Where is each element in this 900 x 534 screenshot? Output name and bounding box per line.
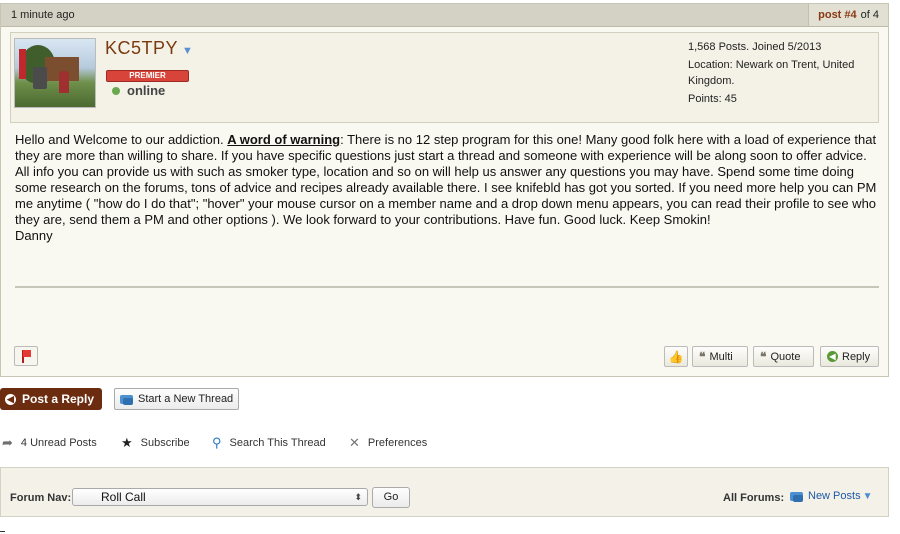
quote-icon: ❝ (699, 349, 706, 364)
reply-icon: ◀ (827, 351, 838, 362)
report-flag-button[interactable] (14, 346, 38, 366)
online-status: online (112, 83, 165, 98)
forum-nav-label: Forum Nav: (10, 492, 72, 504)
posts-joined: 1,568 Posts. Joined 5/2013 (688, 41, 822, 53)
quote-button[interactable]: ❝ Quote (753, 346, 814, 367)
subscribe-link[interactable]: ★ Subscribe (121, 435, 190, 451)
thumbs-up-icon: 👍 (668, 349, 684, 364)
search-icon: ⚲ (212, 435, 222, 450)
unread-label: 4 Unread Posts (20, 437, 97, 449)
quote-label: Quote (770, 350, 801, 363)
forum-nav-bar: Forum Nav: Roll Call ⬍ Go All Forums: Ne… (0, 467, 889, 517)
unread-arrow-icon: ➦ (2, 435, 13, 450)
preferences-label: Preferences (367, 437, 428, 449)
avatar[interactable] (14, 38, 96, 108)
search-thread-link[interactable]: ⚲ Search This Thread (212, 435, 326, 451)
post-body: Hello and Welcome to our addiction. A wo… (15, 132, 877, 244)
preferences-link[interactable]: ✕ Preferences (349, 435, 427, 451)
post-number-link[interactable]: post #4 (818, 9, 857, 21)
thumbs-up-button[interactable]: 👍 (664, 346, 688, 367)
post-count: of 4 (860, 9, 879, 21)
user-info-panel: KC5TPY ▼ PREMIER online 1,568 Posts. Join… (10, 32, 879, 123)
go-button[interactable]: Go (372, 487, 410, 508)
online-status-label: online (127, 83, 166, 98)
online-dot-icon (112, 87, 120, 95)
search-label: Search This Thread (229, 437, 326, 449)
warning-link[interactable]: A word of warning (227, 132, 340, 147)
reply-arrow-icon: ◀ (5, 393, 16, 405)
new-posts-link[interactable]: New Posts ▼ (790, 490, 872, 502)
chevron-down-icon[interactable]: ▼ (182, 45, 193, 57)
post-timestamp: 1 minute ago (11, 9, 75, 21)
multi-quote-button[interactable]: ❝ Multi (692, 346, 748, 367)
user-points: Points: 45 (688, 93, 737, 105)
reply-label: Reply (842, 350, 871, 363)
signature-divider (15, 286, 879, 288)
post-reply-label: Post a Reply (22, 392, 95, 406)
chat-bubbles-icon (120, 394, 133, 405)
reply-button[interactable]: ◀ Reply (820, 346, 879, 367)
new-thread-label: Start a New Thread (138, 393, 234, 405)
user-stats: 1,568 Posts. Joined 5/2013 Location: New… (688, 39, 873, 109)
subscribe-label: Subscribe (140, 437, 190, 449)
post-intro: Hello and Welcome to our addiction. (15, 132, 228, 147)
unread-posts-link[interactable]: ➦ 4 Unread Posts (2, 435, 97, 451)
wrench-icon: ✕ (349, 435, 360, 450)
page-edge-mark (0, 531, 5, 532)
username[interactable]: KC5TPY (105, 38, 178, 58)
multi-label: Multi (709, 350, 733, 363)
post-container: 1 minute ago post #4 of 4 KC5TPY ▼ PREMIE… (0, 3, 889, 377)
chat-bubbles-icon (790, 491, 803, 502)
post-reply-button[interactable]: ◀ Post a Reply (0, 388, 102, 410)
quote-icon: ❝ (760, 349, 767, 364)
post-number: post #4 of 4 (808, 4, 888, 26)
post-header: 1 minute ago post #4 of 4 (1, 4, 888, 27)
all-forums-label: All Forums: (723, 492, 785, 504)
chevron-down-icon[interactable]: ▼ (863, 491, 873, 502)
new-posts-label: New Posts (808, 490, 861, 502)
username-link[interactable]: KC5TPY ▼ (105, 38, 193, 59)
forum-select-value: Roll Call (101, 490, 146, 504)
post-signoff: Danny (15, 228, 53, 243)
user-location: Location: Newark on Trent, United Kingdo… (688, 59, 855, 87)
select-arrows-icon: ⬍ (354, 492, 362, 502)
star-icon: ★ (121, 435, 133, 450)
start-new-thread-button[interactable]: Start a New Thread (114, 388, 239, 410)
premier-badge: PREMIER (106, 70, 189, 82)
forum-select[interactable]: Roll Call ⬍ (72, 488, 368, 506)
